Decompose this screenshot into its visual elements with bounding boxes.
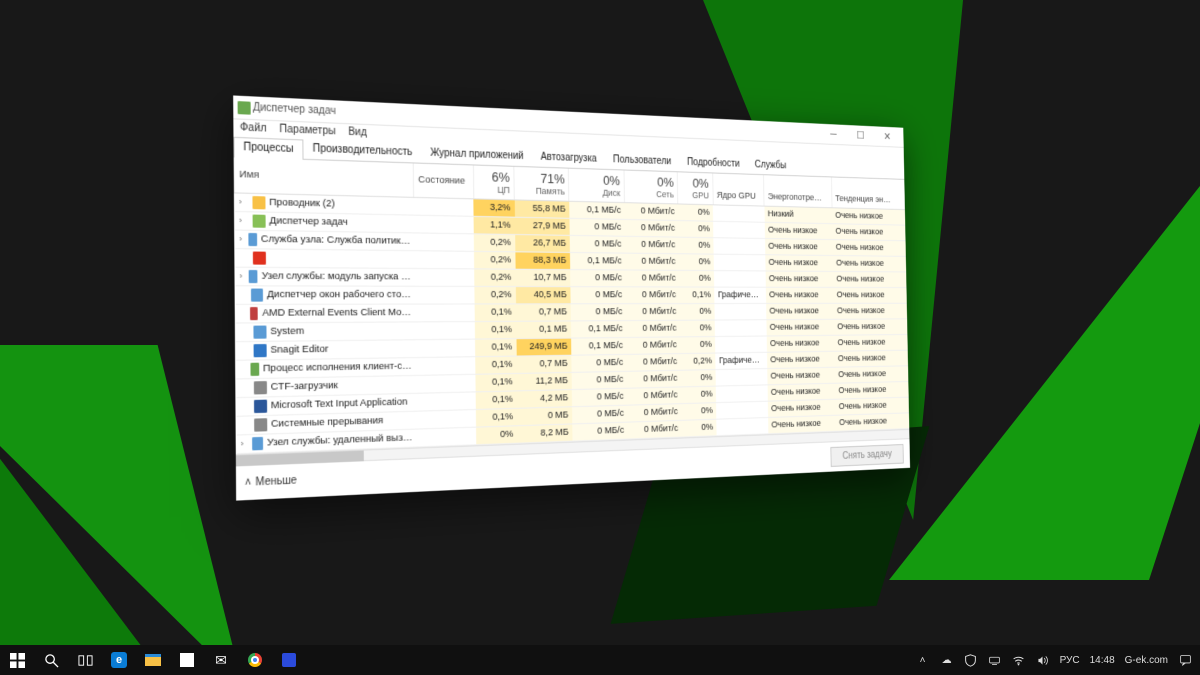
action-center-icon[interactable]: [1178, 653, 1192, 667]
explorer-button[interactable]: [136, 645, 170, 675]
process-name: Диспетчер задач: [269, 215, 348, 228]
minimize-button[interactable]: ─: [820, 123, 848, 145]
task-view-icon: [78, 653, 93, 668]
col-net[interactable]: 0%Сеть: [624, 170, 678, 203]
store-button[interactable]: [170, 645, 204, 675]
end-task-button[interactable]: Снять задачу: [830, 444, 904, 467]
process-name: Проводник (2): [269, 196, 335, 209]
process-name: AMD External Events Client Mo…: [262, 307, 411, 319]
search-button[interactable]: [34, 645, 68, 675]
col-trend[interactable]: Тенденция эн…: [831, 177, 905, 209]
tab-app-history[interactable]: Журнал приложений: [421, 143, 532, 166]
taskbar-brand: G-ek.com: [1125, 655, 1168, 666]
edge-button[interactable]: e: [102, 645, 136, 675]
menu-view[interactable]: Вид: [348, 126, 367, 138]
menu-file[interactable]: Файл: [240, 122, 267, 135]
tab-startup[interactable]: Автозагрузка: [532, 147, 605, 169]
col-disk[interactable]: 0%Диск: [569, 169, 625, 202]
chrome-icon: [248, 653, 262, 667]
col-state[interactable]: Состояние: [413, 163, 473, 198]
close-button[interactable]: ✕: [874, 126, 901, 147]
app-button[interactable]: [272, 645, 306, 675]
taskbar[interactable]: e ✉ ˄ ☁ РУС 14:48 G-ek.com: [0, 645, 1200, 675]
taskbar-clock[interactable]: 14:48: [1090, 655, 1115, 666]
start-button[interactable]: [0, 645, 34, 675]
tab-performance[interactable]: Производительность: [303, 138, 421, 162]
process-name: Snagit Editor: [270, 343, 328, 356]
edge-icon: e: [111, 652, 127, 668]
menu-options[interactable]: Параметры: [279, 123, 335, 137]
process-table: Имя Состояние 6%ЦП 71%Память 0%Диск 0%Се…: [234, 157, 910, 453]
fewer-details-button[interactable]: ˄ Меньше: [245, 474, 297, 488]
maximize-button[interactable]: ☐: [847, 125, 874, 147]
col-gpu-core[interactable]: Ядро GPU: [712, 173, 764, 205]
volume-icon[interactable]: [1036, 653, 1050, 667]
chevron-up-icon: ˄: [245, 476, 251, 488]
tab-details[interactable]: Подробности: [679, 153, 747, 174]
store-icon: [180, 653, 194, 667]
task-view-button[interactable]: [68, 645, 102, 675]
wifi-icon[interactable]: [1012, 653, 1026, 667]
col-power[interactable]: Энергопотре…: [764, 175, 832, 207]
app-icon: [238, 101, 251, 115]
process-name: Служба узла: Служба политик…: [261, 233, 410, 247]
col-mem[interactable]: 71%Память: [514, 167, 569, 201]
mail-icon: ✉: [215, 652, 227, 669]
input-lang[interactable]: РУС: [1060, 655, 1080, 666]
search-icon: [44, 653, 59, 668]
app-icon: [282, 653, 296, 667]
windows-icon: [10, 653, 25, 668]
process-name: Узел службы: модуль запуска …: [262, 270, 411, 282]
col-gpu[interactable]: 0%GPU: [678, 172, 713, 204]
table-row[interactable]: Диспетчер окон рабочего сто…0,2%40,5 МБ0…: [235, 285, 907, 304]
col-name[interactable]: Имя: [234, 157, 414, 196]
process-name: Диспетчер окон рабочего сто…: [267, 289, 411, 301]
process-name: Процесс исполнения клиент-с…: [263, 360, 412, 374]
security-icon[interactable]: [964, 653, 978, 667]
tray-chevron-icon[interactable]: ˄: [916, 653, 930, 667]
onedrive-icon[interactable]: ☁: [940, 653, 954, 667]
process-name: Системные прерывания: [271, 415, 383, 430]
process-name: Microsoft Text Input Application: [271, 396, 408, 411]
network-icon[interactable]: [988, 653, 1002, 667]
mail-button[interactable]: ✉: [204, 645, 238, 675]
tab-services[interactable]: Службы: [747, 155, 794, 175]
process-name: System: [270, 325, 304, 337]
chrome-button[interactable]: [238, 645, 272, 675]
tab-users[interactable]: Пользователи: [605, 150, 679, 171]
process-name: Узел службы: удаленный выз…: [267, 432, 413, 449]
tab-processes[interactable]: Процессы: [233, 137, 303, 160]
col-cpu[interactable]: 6%ЦП: [473, 165, 514, 199]
task-manager-window: Диспетчер задач ─ ☐ ✕ Файл Параметры Вид…: [233, 95, 910, 500]
folder-icon: [145, 654, 161, 666]
process-name: CTF-загрузчик: [271, 380, 338, 393]
